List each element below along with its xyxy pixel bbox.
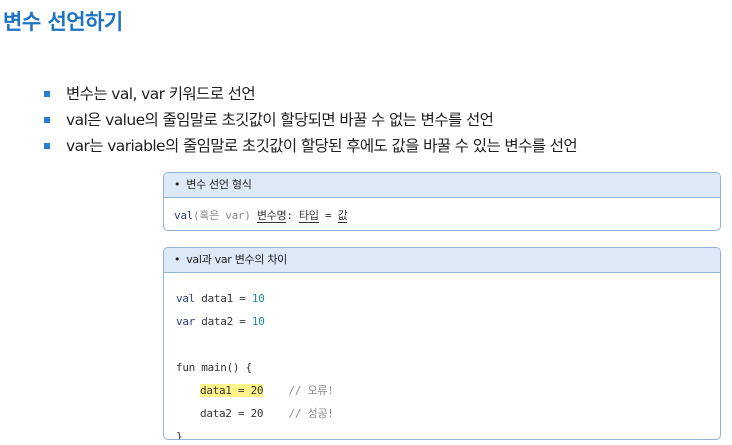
code-line: } xyxy=(176,425,720,440)
square-bullet-icon xyxy=(44,143,50,149)
alt-keyword: (혹은 var) xyxy=(192,209,251,222)
dot-icon: • xyxy=(174,253,181,266)
code-example-box: • val과 var 변수의 차이 val data1 = 10 var data… xyxy=(163,247,721,440)
dot-icon: • xyxy=(174,178,181,191)
code-line: val data1 = 10 xyxy=(176,287,720,310)
square-bullet-icon xyxy=(44,117,50,123)
code-text: data2 = xyxy=(194,315,252,328)
code-line: data2 = 20 // 성공! xyxy=(176,402,720,425)
keyword: val xyxy=(176,292,195,305)
code-line: data1 = 20 // 오류! xyxy=(176,379,720,402)
list-item: 변수는 val, var 키워드로 선언 xyxy=(44,82,577,108)
keyword: val xyxy=(174,209,193,222)
equals-sign: = xyxy=(324,209,332,222)
code-text: fun main() { xyxy=(176,361,252,374)
list-item: val은 value의 줄임말로 초깃값이 할당되면 바꿀 수 없는 변수를 선… xyxy=(44,108,577,134)
list-item: var는 variable의 줄임말로 초깃값이 할당된 후에도 값을 바꿀 수… xyxy=(44,134,578,160)
code-line: fun main() { xyxy=(176,356,720,379)
bullet-text: val은 value의 줄임말로 초깃값이 할당되면 바꿀 수 없는 변수를 선… xyxy=(66,111,494,129)
code-text: data1 = xyxy=(194,292,252,305)
code-comment: // 오류! xyxy=(288,384,334,397)
syntax-box-header: • 변수 선언 형식 xyxy=(164,173,720,198)
highlighted-code: data1 = 20 xyxy=(200,384,264,397)
bullet-text: 변수는 val, var 키워드로 선언 xyxy=(66,85,256,103)
code-example-title: val과 var 변수의 차이 xyxy=(186,253,287,266)
value-placeholder: 값 xyxy=(337,209,348,223)
bullet-text: var는 variable의 줄임말로 초깃값이 할당된 후에도 값을 바꿀 수… xyxy=(66,137,578,155)
code-text: data2 = 20 xyxy=(200,407,264,420)
code-text: } xyxy=(176,430,183,440)
bullet-list: 변수는 val, var 키워드로 선언 val은 value의 줄임말로 초깃… xyxy=(44,82,578,160)
variable-name-placeholder: 변수명 xyxy=(256,209,287,223)
code-example-header: • val과 var 변수의 차이 xyxy=(164,248,720,273)
syntax-box-title: 변수 선언 형식 xyxy=(186,178,252,191)
code-line: var data2 = 10 xyxy=(176,310,720,333)
number-literal: 10 xyxy=(251,315,265,328)
square-bullet-icon xyxy=(44,91,50,97)
number-literal: 10 xyxy=(251,292,265,305)
type-placeholder: 타입 xyxy=(299,209,319,223)
syntax-line: val(혹은 var) 변수명: 타입 = 값 xyxy=(164,198,720,223)
code-block: val data1 = 10 var data2 = 10 fun main()… xyxy=(164,273,720,440)
page-title: 변수 선언하기 xyxy=(3,10,123,34)
keyword: var xyxy=(176,315,195,328)
syntax-box: • 변수 선언 형식 val(혹은 var) 변수명: 타입 = 값 xyxy=(163,172,721,231)
colon: : xyxy=(286,209,293,222)
code-comment: // 성공! xyxy=(288,407,334,420)
